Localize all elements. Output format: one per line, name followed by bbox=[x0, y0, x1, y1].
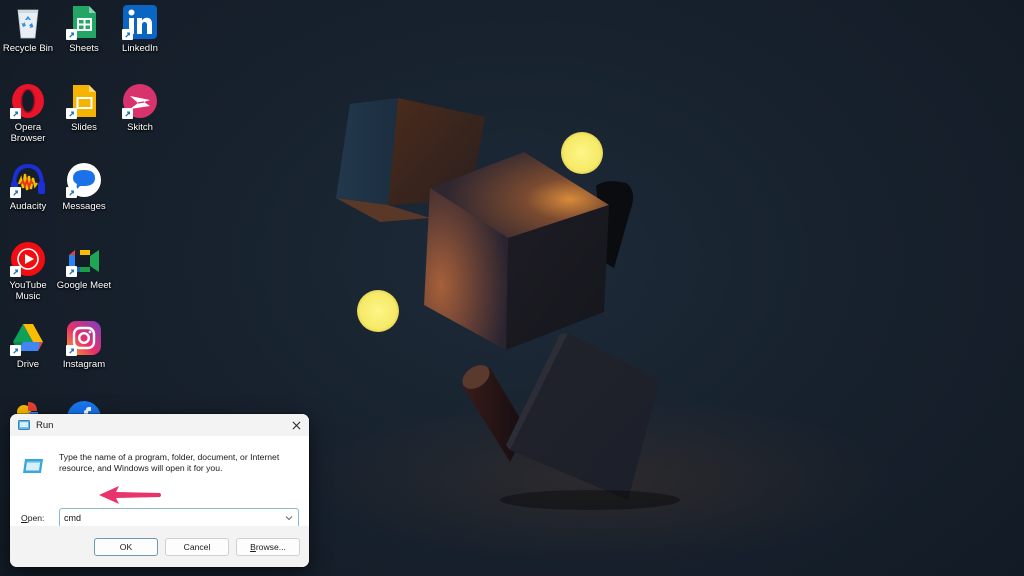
desktop-icon-slides[interactable]: Slides bbox=[55, 83, 113, 133]
shortcut-arrow-icon bbox=[122, 108, 133, 119]
shortcut-arrow-icon bbox=[66, 29, 77, 40]
close-icon bbox=[292, 421, 300, 429]
desktop-icon-google-meet[interactable]: Google Meet bbox=[55, 241, 113, 291]
desktop-icon-label: Skitch bbox=[127, 122, 153, 133]
run-dialog-titlebar[interactable]: Run bbox=[10, 414, 309, 436]
desktop-icon-youtube-music[interactable]: YouTube Music bbox=[0, 241, 57, 302]
bottom-cube bbox=[510, 333, 660, 500]
desktop-icon-instagram[interactable]: Instagram bbox=[55, 320, 113, 370]
run-dialog-description: Type the name of a program, folder, docu… bbox=[59, 452, 280, 473]
desktop-icon-label: Slides bbox=[71, 122, 97, 133]
shortcut-arrow-icon bbox=[122, 29, 133, 40]
desktop-icon-recycle-bin[interactable]: Recycle Bin bbox=[0, 4, 57, 54]
desktop-icon-skitch[interactable]: Skitch bbox=[111, 83, 169, 133]
close-button[interactable] bbox=[287, 416, 305, 434]
skitch-icon bbox=[122, 83, 158, 119]
google-meet-icon bbox=[66, 241, 102, 277]
run-program-icon bbox=[23, 459, 43, 473]
google-drive-icon bbox=[10, 320, 46, 356]
desktop-icon-audacity[interactable]: Audacity bbox=[0, 162, 57, 212]
back-cube-left-face bbox=[336, 98, 398, 205]
youtube-music-icon bbox=[10, 241, 46, 277]
opera-icon bbox=[10, 83, 46, 119]
ok-button[interactable]: OK bbox=[94, 538, 158, 556]
instagram-icon bbox=[66, 320, 102, 356]
desktop-icon-opera-browser[interactable]: Opera Browser bbox=[0, 83, 57, 144]
open-combobox[interactable] bbox=[59, 508, 299, 528]
shortcut-arrow-icon bbox=[66, 266, 77, 277]
shortcut-arrow-icon bbox=[66, 108, 77, 119]
cancel-button[interactable]: Cancel bbox=[165, 538, 229, 556]
chevron-down-icon bbox=[285, 516, 293, 521]
desktop-icon-messages[interactable]: Messages bbox=[55, 162, 113, 212]
desktop-icon-sheets[interactable]: Sheets bbox=[55, 4, 113, 54]
open-dropdown-button[interactable] bbox=[283, 512, 295, 524]
run-dialog-body: Type the name of a program, folder, docu… bbox=[10, 436, 309, 528]
desktop-icon-label: LinkedIn bbox=[122, 43, 158, 54]
desktop-icon-label: Opera Browser bbox=[10, 122, 46, 144]
linkedin-icon bbox=[122, 4, 158, 40]
run-dialog: Run Type the name of a program, folder, … bbox=[10, 414, 309, 567]
desktop-icon-label: Google Meet bbox=[56, 280, 112, 291]
run-dialog-footer: OK Cancel Browse... bbox=[10, 526, 309, 567]
browse-button[interactable]: Browse... bbox=[236, 538, 300, 556]
desktop-icon-label: Instagram bbox=[62, 359, 106, 370]
shortcut-arrow-icon bbox=[66, 345, 77, 356]
google-sheets-icon bbox=[66, 4, 102, 40]
glowing-orb-upper bbox=[561, 132, 603, 174]
desktop-icon-label: Audacity bbox=[9, 201, 47, 212]
google-messages-icon bbox=[66, 162, 102, 198]
glowing-orb-lower bbox=[357, 290, 399, 332]
shortcut-arrow-icon bbox=[66, 187, 77, 198]
open-input[interactable] bbox=[60, 509, 280, 527]
shortcut-arrow-icon bbox=[10, 266, 21, 277]
open-field-label: Open: bbox=[21, 513, 45, 523]
desktop-icon-label: Recycle Bin bbox=[2, 43, 54, 54]
recycle-bin-icon bbox=[10, 4, 46, 40]
run-title-icon bbox=[18, 420, 30, 430]
desktop-icon-label: Drive bbox=[16, 359, 40, 370]
google-slides-icon bbox=[66, 83, 102, 119]
audacity-icon bbox=[10, 162, 46, 198]
desktop-icon-label: Sheets bbox=[69, 43, 99, 54]
desktop-icon-drive[interactable]: Drive bbox=[0, 320, 57, 370]
run-dialog-title: Run bbox=[36, 419, 54, 431]
desktop-icon-label: YouTube Music bbox=[9, 280, 47, 302]
desktop-icon-label: Messages bbox=[62, 201, 106, 212]
shortcut-arrow-icon bbox=[10, 187, 21, 198]
shortcut-arrow-icon bbox=[10, 345, 21, 356]
shortcut-arrow-icon bbox=[10, 108, 21, 119]
desktop-icon-linkedin[interactable]: LinkedIn bbox=[111, 4, 169, 54]
